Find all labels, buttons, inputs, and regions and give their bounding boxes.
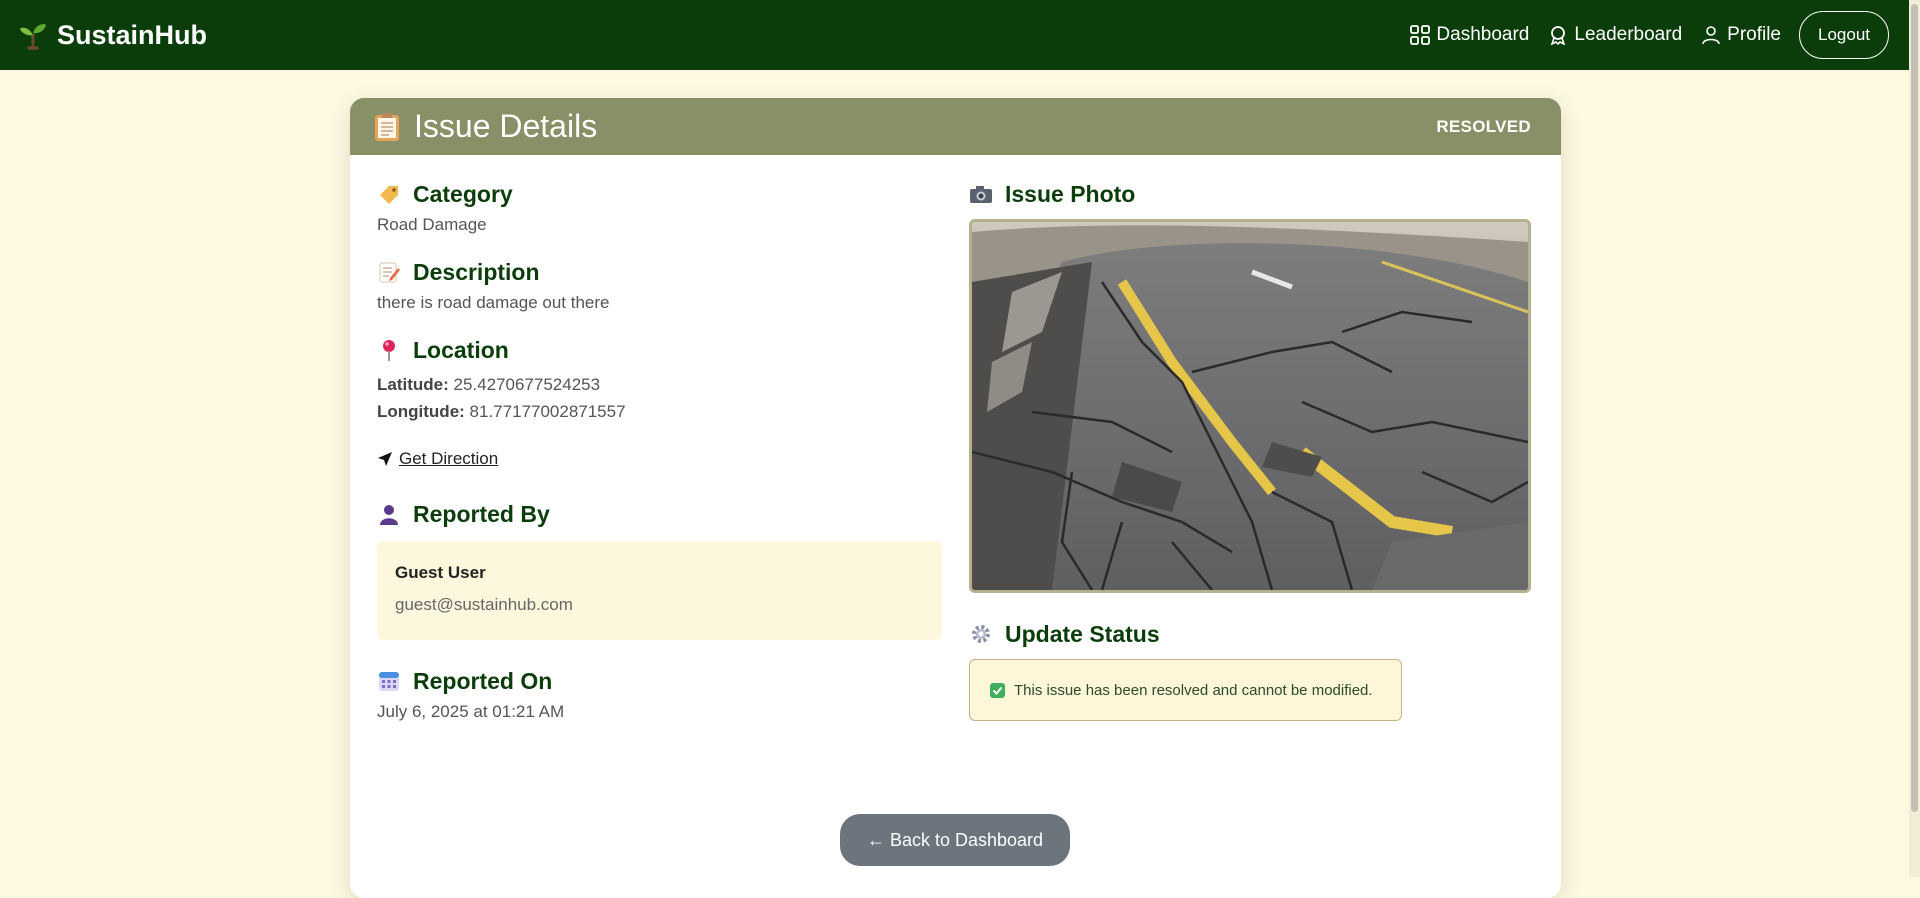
nav-leaderboard-label: Leaderboard [1574, 24, 1683, 45]
reporter-name: Guest User [395, 563, 486, 582]
user-icon [1702, 26, 1720, 45]
reported-on-section: Reported On July 6, 2025 at 01:21 AM [377, 666, 942, 722]
latitude-row: Latitude: 25.4270677524253 [377, 371, 942, 398]
nav-dashboard-link[interactable]: Dashboard [1410, 24, 1529, 46]
latitude-value: 25.4270677524253 [453, 375, 601, 394]
scrollbar-thumb[interactable] [1911, 4, 1918, 812]
page-title: Issue Details [414, 108, 598, 144]
longitude-label: Longitude: [377, 402, 465, 421]
calendar-icon [377, 669, 401, 693]
details-column: Category Road Damage Description there i… [377, 179, 942, 722]
reporter-card: Guest User guest@sustainhub.com [377, 541, 942, 640]
issue-photo[interactable] [969, 219, 1531, 593]
latitude-label: Latitude: [377, 375, 449, 394]
pin-icon [377, 338, 401, 362]
media-status-column: Issue Photo Update Status This issue has… [969, 179, 1534, 721]
location-section: Location Latitude: 25.4270677524253 Long… [377, 335, 942, 469]
category-title: Category [413, 180, 513, 207]
nav-dashboard-label: Dashboard [1436, 24, 1530, 45]
top-navbar: SustainHub Dashboard Leaderboard Profile… [0, 0, 1909, 70]
issue-photo-title: Issue Photo [1005, 180, 1136, 207]
reported-by-section: Reported By Guest User guest@sustainhub.… [377, 499, 942, 640]
grid-icon [1410, 25, 1431, 45]
person-icon [377, 502, 401, 526]
category-section: Category Road Damage [377, 179, 942, 235]
brand-name: SustainHub [57, 19, 208, 50]
resolved-message: This issue has been resolved and cannot … [1014, 681, 1373, 699]
longitude-row: Longitude: 81.77177002871557 [377, 398, 942, 425]
nav-profile-link[interactable]: Profile [1701, 24, 1781, 46]
page-scrollbar[interactable] [1909, 0, 1920, 877]
location-heading: Location [377, 335, 942, 365]
reported-on-value: July 6, 2025 at 01:21 AM [377, 702, 565, 721]
resolved-notice: This issue has been resolved and cannot … [969, 659, 1402, 721]
get-direction-link[interactable]: Get Direction [377, 449, 942, 469]
update-status-title: Update Status [1005, 620, 1160, 647]
logout-button[interactable]: Logout [1799, 11, 1889, 59]
issue-details-card: Issue Details RESOLVED Category Road Dam… [350, 98, 1561, 898]
description-title: Description [413, 258, 540, 285]
nav-profile-label: Profile [1727, 24, 1781, 45]
reported-by-heading: Reported By [377, 499, 942, 529]
reported-by-title: Reported By [413, 500, 550, 527]
description-value: there is road damage out there [377, 293, 610, 312]
coordinates: Latitude: 25.4270677524253 Longitude: 81… [377, 371, 942, 425]
card-title: Issue Details [374, 108, 597, 145]
issue-photo-heading: Issue Photo [969, 179, 1534, 209]
nav-leaderboard-link[interactable]: Leaderboard [1548, 24, 1682, 46]
category-heading: Category [377, 179, 942, 209]
road-damage-photo [972, 222, 1528, 590]
back-to-dashboard-button[interactable]: ← Back to Dashboard [840, 814, 1070, 866]
category-value: Road Damage [377, 215, 487, 234]
trophy-icon [1551, 26, 1566, 45]
status-badge: RESOLVED [1436, 116, 1531, 136]
sprout-logo-icon [20, 24, 46, 50]
gear-icon [969, 622, 993, 646]
camera-icon [969, 182, 993, 206]
navigation-arrow-icon [378, 452, 392, 466]
update-status-heading: Update Status [969, 619, 1534, 649]
description-heading: Description [377, 257, 942, 287]
clipboard-icon [375, 112, 399, 141]
brand[interactable]: SustainHub [18, 20, 207, 51]
reported-on-heading: Reported On [377, 666, 942, 696]
tag-icon [377, 182, 401, 206]
description-section: Description there is road damage out the… [377, 257, 942, 313]
get-direction-label: Get Direction [399, 449, 499, 468]
longitude-value: 81.77177002871557 [469, 402, 626, 421]
reporter-email: guest@sustainhub.com [395, 595, 573, 614]
location-title: Location [413, 336, 509, 363]
memo-icon [377, 260, 401, 284]
reported-on-title: Reported On [413, 667, 553, 694]
check-icon [990, 682, 1005, 698]
nav-links: Dashboard Leaderboard Profile Logout [1391, 11, 1889, 59]
card-header: Issue Details RESOLVED [350, 98, 1561, 155]
